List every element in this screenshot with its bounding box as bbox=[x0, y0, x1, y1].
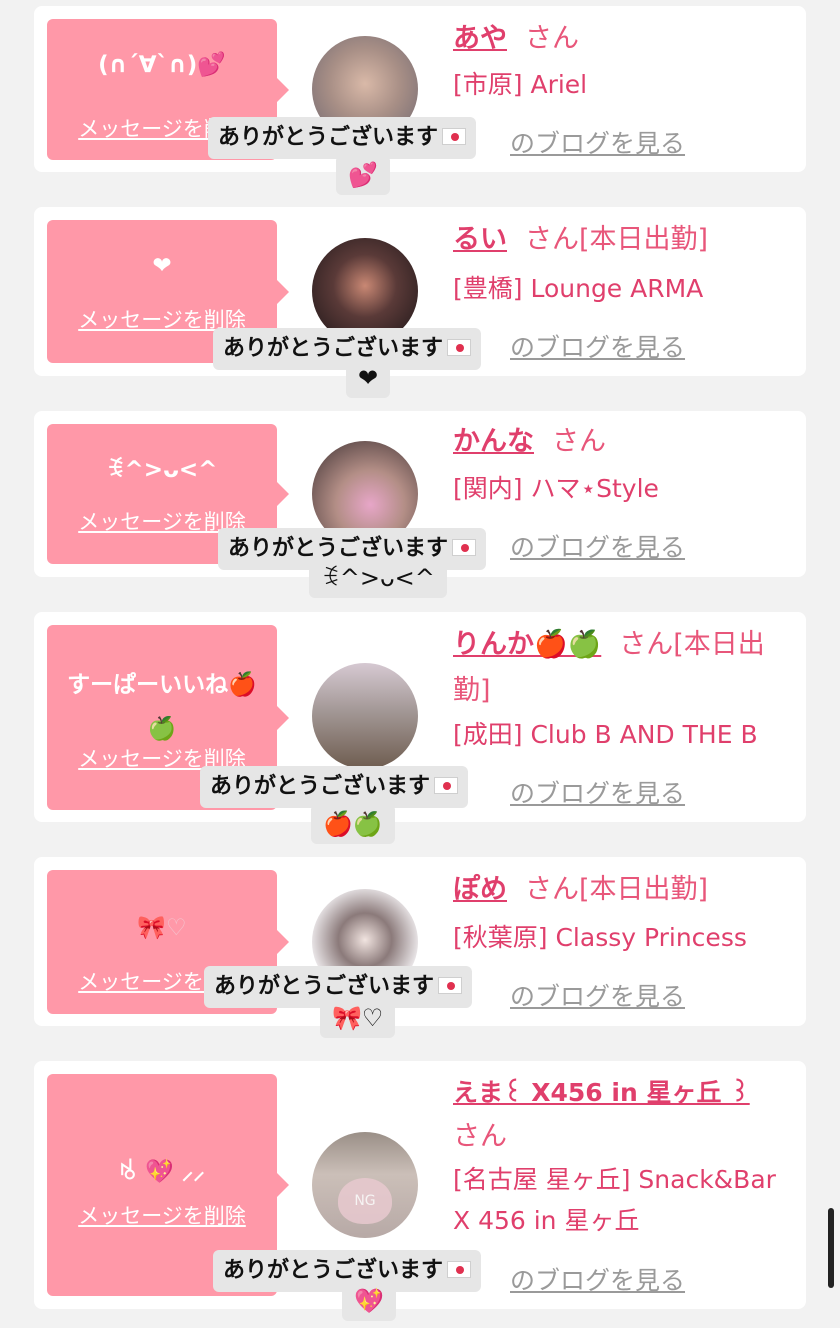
cast-name-link[interactable]: あや bbox=[453, 23, 507, 54]
reply-emoji: 🎀♡ bbox=[320, 998, 396, 1038]
san-suffix: さん bbox=[525, 23, 579, 54]
message-text: ꂚ 💖 ⸝⸝ bbox=[119, 1159, 205, 1185]
cast-name-link[interactable]: かんな bbox=[453, 426, 534, 457]
delete-message-link[interactable]: メッセージを削除 bbox=[47, 1200, 277, 1230]
status-badge: [本日出勤] bbox=[579, 874, 709, 905]
mail-icon bbox=[452, 539, 477, 556]
ng-heart-icon: NG bbox=[338, 1178, 392, 1224]
thanks-label: ありがとうございます bbox=[210, 774, 431, 799]
thanks-label: ありがとうございます bbox=[214, 974, 435, 999]
name-line: りんか🍎🍏 さん[本日出勤] bbox=[453, 622, 792, 714]
cast-name-link[interactable]: るい bbox=[453, 224, 507, 255]
message-text: (∩´∀`∩)💕 bbox=[98, 52, 226, 78]
thanks-button[interactable]: ありがとうございます bbox=[200, 766, 469, 808]
reply-emoji: 🍎🍏 bbox=[311, 804, 395, 844]
view-blog-link[interactable]: のブログを見る bbox=[510, 1261, 685, 1297]
scrollbar[interactable] bbox=[828, 1208, 834, 1288]
message-text: ❤ bbox=[152, 253, 172, 279]
cast-name-link[interactable]: りんか🍎🍏 bbox=[453, 629, 601, 660]
mail-icon bbox=[447, 339, 472, 356]
avatar[interactable]: NG bbox=[312, 1132, 418, 1238]
shop-name: Ariel bbox=[530, 70, 588, 99]
area-label: [市原] bbox=[453, 70, 523, 99]
view-blog-link[interactable]: のブログを見る bbox=[510, 528, 685, 564]
shop-name: Lounge ARMA bbox=[530, 274, 704, 303]
shop-name: Club B AND THE B bbox=[530, 720, 758, 749]
area-label: [豊橋] bbox=[453, 274, 523, 303]
san-suffix: さん bbox=[453, 1121, 507, 1152]
message-text: ꉂ^>ᴗ<^ bbox=[106, 457, 218, 483]
mail-icon bbox=[442, 128, 467, 145]
shop-line: [豊橋] Lounge ARMA bbox=[453, 268, 796, 309]
view-blog-link[interactable]: のブログを見る bbox=[510, 124, 685, 160]
view-blog-link[interactable]: のブログを見る bbox=[510, 977, 685, 1013]
shop-line: [秋葉原] Classy Princess bbox=[453, 917, 796, 958]
name-line: かんな さん bbox=[453, 419, 792, 465]
shop-line: [名古屋 星ヶ丘] Snack&Bar X 456 in 星ヶ丘 bbox=[453, 1159, 796, 1241]
view-blog-link[interactable]: のブログを見る bbox=[510, 328, 685, 364]
avatar[interactable] bbox=[312, 663, 418, 769]
reply-emoji: ꉂ^>ᴗ<^ bbox=[309, 558, 447, 598]
message-text: すーぱーいいね🍎🍏 bbox=[67, 672, 257, 742]
reply-emoji: 💖 bbox=[342, 1281, 396, 1321]
shop-line: [成田] Club B AND THE B bbox=[453, 714, 796, 755]
thanks-label: ありがとうございます bbox=[223, 1258, 444, 1283]
cast-name-link[interactable]: えま꒰ X456 in 星ヶ丘 ꒱ bbox=[453, 1078, 750, 1107]
shop-line: [市原] Ariel bbox=[453, 64, 796, 105]
thanks-button[interactable]: ありがとうございます bbox=[208, 117, 477, 159]
area-label: [成田] bbox=[453, 720, 523, 749]
area-label: [秋葉原] bbox=[453, 923, 548, 952]
mail-icon bbox=[434, 777, 459, 794]
reply-emoji: ❤ bbox=[346, 358, 391, 398]
thanks-label: ありがとうございます bbox=[218, 125, 439, 150]
reply-emoji: 💕 bbox=[336, 155, 390, 195]
shop-line: [関内] ハマ⋆Style bbox=[453, 468, 796, 509]
area-label: [関内] bbox=[453, 474, 523, 503]
message-text: 🎀♡ bbox=[137, 915, 187, 941]
mail-icon bbox=[438, 977, 463, 994]
mail-icon bbox=[447, 1261, 472, 1278]
shop-name: ハマ⋆Style bbox=[530, 474, 659, 503]
view-blog-link[interactable]: のブログを見る bbox=[510, 774, 685, 810]
san-suffix: さん bbox=[525, 874, 579, 905]
name-line: えま꒰ X456 in 星ヶ丘 ꒱ さん bbox=[453, 1071, 792, 1159]
san-suffix: さん bbox=[552, 426, 606, 457]
name-line: あや さん bbox=[453, 16, 792, 62]
san-suffix: さん bbox=[525, 224, 579, 255]
san-suffix: さん bbox=[619, 629, 674, 660]
name-line: るい さん[本日出勤] bbox=[453, 217, 792, 263]
name-line: ぽめ さん[本日出勤] bbox=[453, 867, 792, 913]
area-label: [名古屋 星ヶ丘] bbox=[453, 1165, 631, 1194]
cast-name-link[interactable]: ぽめ bbox=[453, 874, 507, 905]
thanks-label: ありがとうございます bbox=[223, 336, 444, 361]
status-badge: [本日出勤] bbox=[579, 224, 709, 255]
shop-name: Classy Princess bbox=[555, 923, 747, 952]
